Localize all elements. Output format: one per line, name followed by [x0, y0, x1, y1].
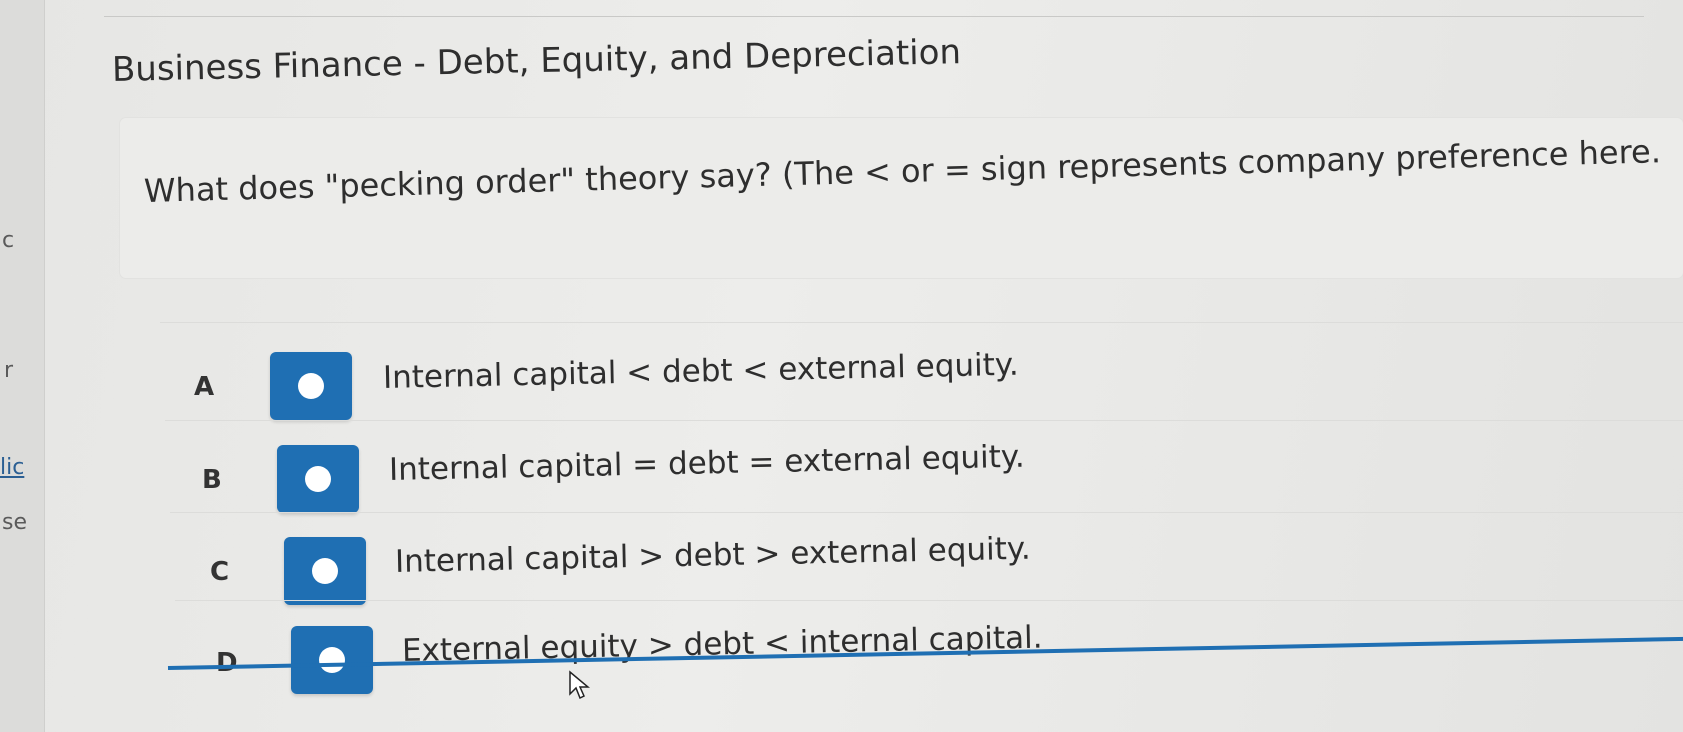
sidebar-fragment-c: c	[2, 228, 15, 253]
sidebar-fragment-r: r	[4, 358, 14, 383]
option-letter-b: B	[202, 465, 222, 495]
sidebar-fragment-se: se	[2, 510, 27, 535]
option-letter-c: C	[210, 557, 230, 587]
option-c-radio[interactable]	[284, 537, 366, 605]
option-letter-a: A	[194, 372, 215, 402]
option-a-radio[interactable]	[270, 352, 352, 420]
page-title: Business Finance - Debt, Equity, and Dep…	[111, 32, 962, 90]
top-divider	[104, 16, 1644, 17]
mouse-pointer-icon	[569, 670, 590, 700]
radio-circle-icon	[298, 373, 324, 399]
option-letter-d: D	[216, 648, 238, 678]
radio-circle-icon	[319, 647, 345, 673]
option-b-radio[interactable]	[277, 445, 359, 513]
radio-circle-icon	[305, 466, 331, 492]
sidebar-link-lic[interactable]: lic	[0, 455, 24, 480]
radio-circle-icon	[312, 558, 338, 584]
left-sidebar: c r lic se	[0, 0, 45, 732]
option-d-radio[interactable]	[291, 626, 373, 694]
